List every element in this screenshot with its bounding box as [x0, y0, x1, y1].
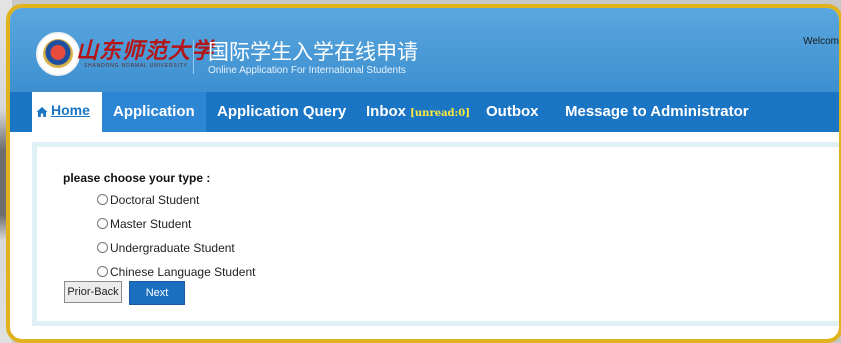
nav-home[interactable]: Home [32, 92, 102, 132]
nav-message-admin[interactable]: Message to Administrator [565, 103, 749, 120]
radio-undergraduate[interactable] [97, 242, 108, 253]
option-master-label: Master Student [110, 217, 192, 231]
option-undergraduate-label: Undergraduate Student [110, 241, 235, 255]
welcome-text: Welcom [803, 36, 839, 47]
university-logo-icon [36, 32, 80, 76]
prior-back-button[interactable]: Prior-Back [64, 281, 122, 303]
next-button[interactable]: Next [129, 281, 185, 305]
option-doctoral-label: Doctoral Student [110, 193, 200, 207]
radio-chinese-language[interactable] [97, 266, 108, 277]
header-divider [193, 40, 194, 74]
nav-home-label[interactable]: Home [51, 102, 90, 118]
application-type-form: please choose your type : Doctoral Stude… [32, 142, 839, 326]
nav-application[interactable]: Application [113, 103, 195, 120]
nav-outbox[interactable]: Outbox [486, 103, 539, 120]
site-header: 山东师范大学 SHANDONG NORMAL UNIVERSITY 国际学生入学… [10, 8, 839, 92]
option-chinese-language[interactable]: Chinese Language Student [97, 265, 255, 279]
site-title-en: Online Application For International Stu… [208, 65, 406, 76]
nav-application-query[interactable]: Application Query [217, 103, 346, 120]
option-chinese-language-label: Chinese Language Student [110, 265, 256, 279]
option-master[interactable]: Master Student [97, 217, 191, 231]
nav-inbox[interactable]: Inbox [unread:0] [366, 103, 470, 120]
university-name-en: SHANDONG NORMAL UNIVERSITY [84, 63, 188, 69]
unread-count-badge: [unread:0] [410, 108, 470, 119]
option-doctoral[interactable]: Doctoral Student [97, 193, 199, 207]
site-title-cn: 国际学生入学在线申请 [208, 41, 418, 64]
option-undergraduate[interactable]: Undergraduate Student [97, 241, 235, 255]
browser-frame: 山东师范大学 SHANDONG NORMAL UNIVERSITY 国际学生入学… [6, 4, 841, 343]
main-nav: Home Application Application Query Inbox… [10, 92, 839, 132]
nav-inbox-label[interactable]: Inbox [366, 103, 406, 120]
home-icon [36, 107, 48, 117]
form-prompt: please choose your type : [63, 171, 211, 185]
radio-doctoral[interactable] [97, 194, 108, 205]
radio-master[interactable] [97, 218, 108, 229]
